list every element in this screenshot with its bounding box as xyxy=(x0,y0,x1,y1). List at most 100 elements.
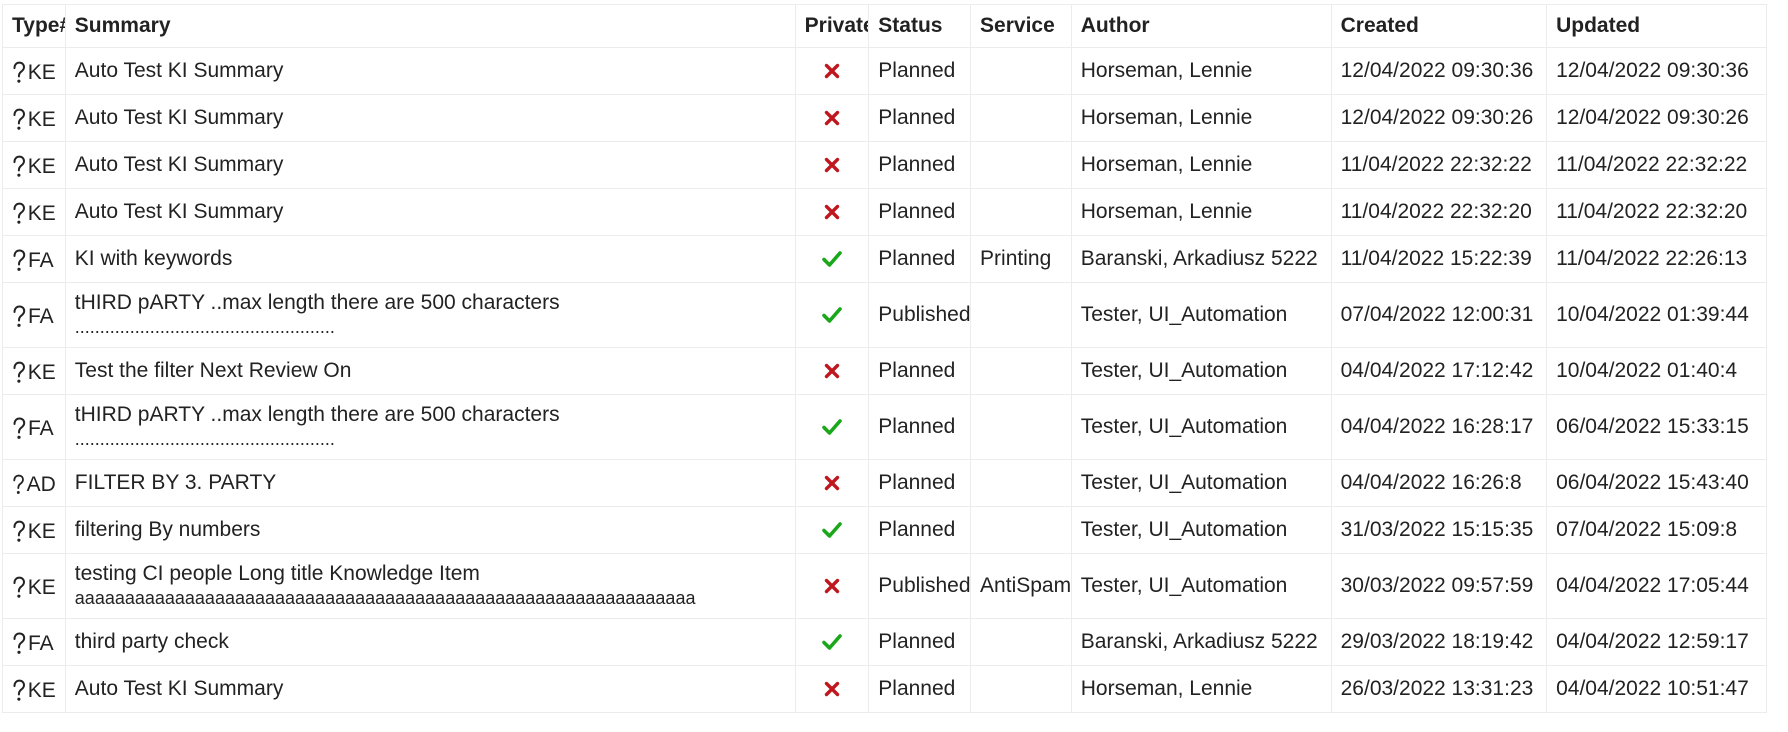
check-icon xyxy=(822,634,842,651)
knowledge-items-grid: Type# Summary Private Status Service Aut… xyxy=(2,4,1767,713)
table-row[interactable]: FA tHIRD pARTY ..max length there are 500… xyxy=(2,282,1767,348)
created-cell: 11/04/2022 22:32:22 xyxy=(1330,141,1548,189)
summary-cell[interactable]: Auto Test KI Summary xyxy=(64,47,796,95)
updated-cell: 10/04/2022 01:39:44 xyxy=(1546,282,1767,348)
summary-cell[interactable]: testing CI people Long title Knowledge I… xyxy=(64,553,796,619)
table-row[interactable]: KE testing CI people Long title Knowledge… xyxy=(2,553,1767,619)
type-cell-content: KE xyxy=(12,57,56,85)
summary-line-continued: aaaaaaaaaaaaaaaaaaaaaaaaaaaaaaaaaaaaaaaa… xyxy=(74,588,696,608)
created-cell: 04/04/2022 16:28:17 xyxy=(1330,394,1548,460)
private-cell xyxy=(794,347,870,395)
summary-line: KI with keywords xyxy=(74,247,233,270)
summary-cell[interactable]: tHIRD pARTY ..max length there are 500 c… xyxy=(64,282,796,348)
type-cell-content: KE xyxy=(12,675,56,703)
table-row[interactable]: KE Auto Test KI Summary Planned Horseman, L… xyxy=(2,141,1767,189)
check-icon xyxy=(822,251,842,268)
question-mark-icon xyxy=(13,679,25,701)
column-header-author[interactable]: Author xyxy=(1070,4,1332,48)
column-header-updated[interactable]: Updated xyxy=(1546,4,1767,48)
private-cell xyxy=(794,618,870,666)
status-cell: Planned xyxy=(868,618,972,666)
type-cell: KE xyxy=(2,94,66,142)
summary-cell[interactable]: filtering By numbers xyxy=(64,506,796,554)
type-cell-content: KE xyxy=(12,151,56,179)
created-cell: 26/03/2022 13:31:23 xyxy=(1330,665,1548,713)
column-header-private[interactable]: Private xyxy=(794,4,870,48)
table-row[interactable]: FA KI with keywords Planned Printing Baransk… xyxy=(2,235,1767,283)
table-row[interactable]: AD FILTER BY 3. PARTY Planned Tester, UI_Au… xyxy=(2,459,1767,507)
type-cell-content: AD xyxy=(12,469,56,497)
service-cell xyxy=(970,506,1072,554)
created-cell: 29/03/2022 18:19:42 xyxy=(1330,618,1548,666)
summary-cell[interactable]: KI with keywords xyxy=(64,235,796,283)
author-cell: Baranski, Arkadiusz 5222 xyxy=(1070,618,1332,666)
updated-cell: 04/04/2022 17:05:44 xyxy=(1546,553,1767,619)
status-cell: Planned xyxy=(868,459,972,507)
summary-cell[interactable]: Auto Test KI Summary xyxy=(64,665,796,713)
summary-line: tHIRD pARTY ..max length there are 500 c… xyxy=(74,291,560,314)
summary-cell[interactable]: Auto Test KI Summary xyxy=(64,188,796,236)
author-cell: Tester, UI_Automation xyxy=(1070,282,1332,348)
created-cell: 04/04/2022 17:12:42 xyxy=(1330,347,1548,395)
table-row[interactable]: KE Auto Test KI Summary Planned Horseman, L… xyxy=(2,188,1767,236)
type-code: KE xyxy=(27,155,56,178)
summary-text: testing CI people Long title Knowledge I… xyxy=(75,562,786,610)
type-cell-content: KE xyxy=(12,516,56,544)
column-header-service[interactable]: Service xyxy=(970,4,1072,48)
table-row[interactable]: FA tHIRD pARTY ..max length there are 500… xyxy=(2,394,1767,460)
summary-cell[interactable]: third party check xyxy=(64,618,796,666)
type-cell: FA xyxy=(2,618,66,666)
service-cell: Printing xyxy=(970,235,1072,283)
question-mark-icon xyxy=(13,61,25,83)
created-cell: 11/04/2022 15:22:39 xyxy=(1330,235,1548,283)
cross-icon xyxy=(824,205,840,220)
type-cell: AD xyxy=(2,459,66,507)
summary-cell[interactable]: tHIRD pARTY ..max length there are 500 c… xyxy=(64,394,796,460)
service-cell xyxy=(970,94,1072,142)
question-mark-icon xyxy=(13,202,25,224)
type-code: KE xyxy=(27,108,56,131)
private-cell xyxy=(794,188,870,236)
private-cell xyxy=(794,506,870,554)
table-row[interactable]: KE Test the filter Next Review On Planned T… xyxy=(2,347,1767,395)
summary-cell[interactable]: Auto Test KI Summary xyxy=(64,141,796,189)
cross-icon xyxy=(824,364,840,379)
status-cell: Planned xyxy=(868,188,972,236)
type-cell-content: KE xyxy=(12,104,56,132)
column-header-type[interactable]: Type# xyxy=(2,4,66,48)
private-cell xyxy=(794,394,870,460)
table-header-row: Type# Summary Private Status Service Aut… xyxy=(2,4,1767,48)
type-code: KE xyxy=(27,679,56,702)
updated-cell: 10/04/2022 01:40:4 xyxy=(1546,347,1767,395)
cross-icon xyxy=(824,476,840,491)
summary-cell[interactable]: Test the filter Next Review On xyxy=(64,347,796,395)
service-cell xyxy=(970,47,1072,95)
table-row[interactable]: KE Auto Test KI Summary Planned Horseman, L… xyxy=(2,665,1767,713)
status-cell: Planned xyxy=(868,141,972,189)
question-mark-icon xyxy=(13,155,25,177)
author-cell: Horseman, Lennie xyxy=(1070,94,1332,142)
column-header-summary[interactable]: Summary xyxy=(64,4,796,48)
status-cell: Planned xyxy=(868,235,972,283)
type-cell: FA xyxy=(2,394,66,460)
summary-line: Auto Test KI Summary xyxy=(74,106,284,129)
type-cell-content: FA xyxy=(12,413,56,441)
summary-cell[interactable]: FILTER BY 3. PARTY xyxy=(64,459,796,507)
author-cell: Tester, UI_Automation xyxy=(1070,394,1332,460)
summary-text: Test the filter Next Review On xyxy=(75,359,786,383)
table-row[interactable]: KE Auto Test KI Summary Planned Horseman, L… xyxy=(2,94,1767,142)
author-cell: Horseman, Lennie xyxy=(1070,665,1332,713)
column-header-created[interactable]: Created xyxy=(1330,4,1548,48)
table-row[interactable]: KE Auto Test KI Summary Planned Horseman, L… xyxy=(2,47,1767,95)
private-cell xyxy=(794,282,870,348)
type-code: FA xyxy=(28,417,54,440)
table-row[interactable]: KE filtering By numbers Planned Tester, UI_… xyxy=(2,506,1767,554)
summary-cell[interactable]: Auto Test KI Summary xyxy=(64,94,796,142)
column-header-status[interactable]: Status xyxy=(868,4,972,48)
table-row[interactable]: FA third party check Planned Baranski, Arka… xyxy=(2,618,1767,666)
question-mark-icon xyxy=(13,108,25,130)
question-mark-icon xyxy=(13,632,26,654)
service-cell xyxy=(970,394,1072,460)
type-code: KE xyxy=(27,576,56,599)
created-cell: 31/03/2022 15:15:35 xyxy=(1330,506,1548,554)
